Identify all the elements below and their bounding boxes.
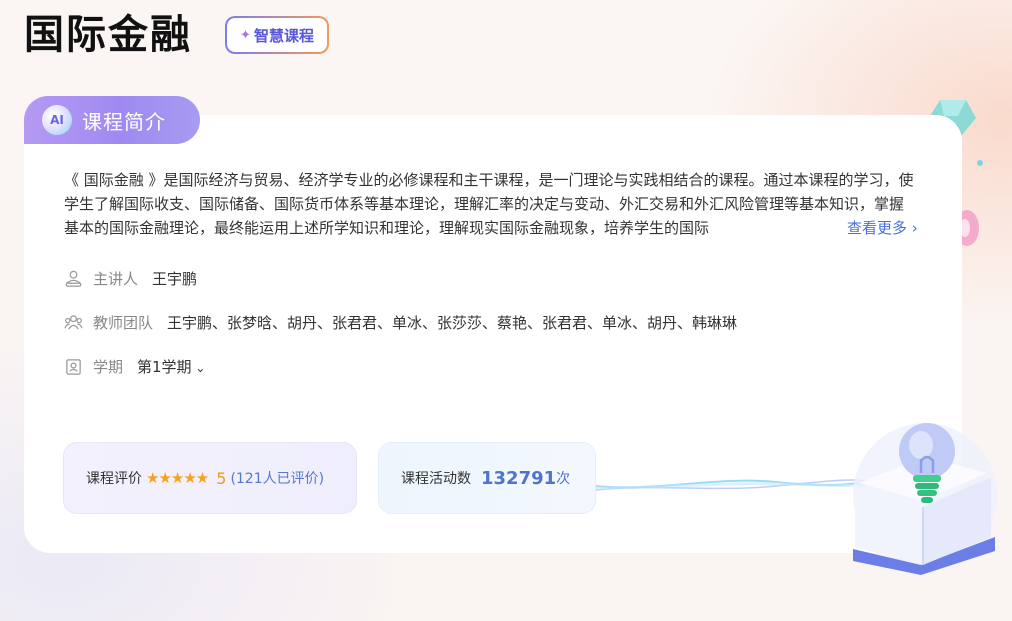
term-select[interactable]: 第1学期 ⌄ bbox=[137, 356, 205, 377]
rating-count: (121人已评价) bbox=[230, 471, 325, 487]
lecturer-icon bbox=[65, 270, 82, 287]
activity-label: 课程活动数 bbox=[401, 471, 471, 487]
star-rating-icon: ★★★★★ bbox=[146, 469, 209, 487]
sparkle-icon: ✦ bbox=[240, 27, 251, 43]
book-lightbulb-illustration bbox=[853, 423, 997, 575]
rating-score: 5 bbox=[216, 468, 227, 488]
activity-unit: 次 bbox=[556, 471, 571, 487]
team-label: 教师团队 bbox=[93, 314, 154, 332]
chevron-down-icon: ⌄ bbox=[191, 361, 206, 375]
team-icon bbox=[64, 315, 83, 330]
term-row: 学期 第1学期 ⌄ bbox=[64, 356, 205, 377]
decor-wave-lines bbox=[596, 479, 876, 491]
rating-label: 课程评价 bbox=[86, 471, 142, 487]
term-value: 第1学期 bbox=[137, 358, 192, 376]
section-title-pill: AI 课程简介 bbox=[24, 96, 200, 144]
smart-course-tag-label: 智慧课程 bbox=[253, 26, 314, 45]
teacher-team-row: 教师团队 王宇鹏、张梦晗、胡丹、张君君、单冰、张莎莎、蔡艳、张君君、单冰、胡丹、… bbox=[64, 312, 737, 333]
lecturer-row: 主讲人 王宇鹏 bbox=[64, 268, 197, 289]
activity-stat-card: 课程活动数 132791 次 bbox=[378, 442, 596, 514]
ai-icon: AI bbox=[42, 105, 72, 135]
view-more-label: 查看更多 bbox=[847, 219, 908, 237]
section-title: 课程简介 bbox=[82, 109, 166, 134]
chevron-right-icon: › bbox=[907, 219, 918, 237]
team-members: 王宇鹏、张梦晗、胡丹、张君君、单冰、张莎莎、蔡艳、张君君、单冰、胡丹、韩琳琳 bbox=[167, 314, 738, 332]
lecturer-label: 主讲人 bbox=[93, 270, 139, 288]
course-title: 国际金融 bbox=[24, 12, 192, 58]
rating-stat-card: 课程评价 ★★★★★ 5 (121人已评价) bbox=[63, 442, 357, 514]
activity-value: 132791 bbox=[481, 467, 557, 489]
calendar-icon bbox=[66, 359, 81, 375]
course-description: 《 国际金融 》是国际经济与贸易、经济学专业的必修课程和主干课程，是一门理论与实… bbox=[64, 171, 914, 237]
smart-course-tag[interactable]: ✦ 智慧课程 bbox=[225, 16, 329, 54]
term-label: 学期 bbox=[93, 358, 124, 376]
lecturer-name: 王宇鹏 bbox=[152, 270, 198, 288]
view-more-link[interactable]: 查看更多 › bbox=[845, 216, 918, 240]
decor-dot bbox=[977, 160, 983, 166]
